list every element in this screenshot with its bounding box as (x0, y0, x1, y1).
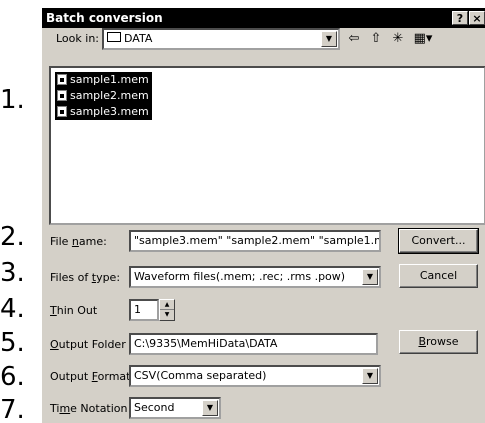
output-format-value: CSV(Comma separated) (134, 369, 267, 382)
time-notation-label: Time Notation (50, 402, 128, 415)
chevron-down-icon[interactable]: ▼ (202, 400, 218, 416)
step-number-3: 3. (0, 258, 25, 288)
file-name-input[interactable]: "sample3.mem" "sample2.mem" "sample1.mem… (129, 230, 381, 252)
convert-button[interactable]: Convert... (398, 228, 479, 254)
folder-icon (107, 32, 121, 42)
look-in-value: DATA (124, 32, 153, 45)
thin-out-stepper[interactable]: ▲ ▼ (159, 299, 175, 321)
file-name: sample1.mem (70, 73, 149, 86)
file-name: sample3.mem (70, 105, 149, 118)
time-notation-select[interactable]: Second ▼ (129, 397, 221, 419)
file-list[interactable]: sample1.mem sample2.mem sample3.mem (49, 66, 485, 225)
list-item[interactable]: sample1.mem (55, 72, 152, 88)
output-format-label: Output Format (50, 370, 131, 383)
step-number-1: 1. (0, 85, 25, 115)
file-icon (57, 74, 67, 85)
up-folder-icon[interactable]: ⇧ (367, 31, 385, 47)
step-number-4: 4. (0, 294, 25, 324)
step-number-6: 6. (0, 362, 25, 392)
output-folder-input[interactable]: C:\9335\MemHiData\DATA (129, 333, 378, 355)
file-name: sample2.mem (70, 89, 149, 102)
help-button[interactable]: ? (452, 11, 468, 25)
output-folder-label: Output Folder (50, 338, 126, 351)
files-of-type-select[interactable]: Waveform files(.mem; .rec; .rms .pow) ▼ (129, 266, 381, 288)
spin-up-icon[interactable]: ▲ (160, 300, 174, 310)
cancel-button[interactable]: Cancel (399, 264, 478, 288)
browse-button[interactable]: Browse (399, 330, 478, 354)
step-number-2: 2. (0, 222, 25, 252)
spin-down-icon[interactable]: ▼ (160, 310, 174, 320)
file-name-label: File name: (50, 235, 107, 248)
look-in-dropdown[interactable]: DATA ▼ (102, 28, 340, 50)
time-notation-value: Second (134, 401, 175, 414)
batch-conversion-dialog: Batch conversion ? × Look in: DATA ▼ ⇦ ⇧… (41, 8, 485, 423)
new-folder-icon[interactable]: ✳ (389, 31, 407, 47)
step-number-5: 5. (0, 328, 25, 358)
step-number-7: 7. (0, 395, 25, 423)
list-item[interactable]: sample2.mem (55, 88, 152, 104)
dialog-title: Batch conversion (46, 11, 163, 25)
thin-out-label: Thin Out (50, 304, 98, 317)
chevron-down-icon[interactable]: ▼ (321, 31, 337, 47)
file-icon (57, 106, 67, 117)
look-in-label: Look in: (56, 32, 99, 45)
chevron-down-icon[interactable]: ▼ (362, 269, 378, 285)
list-item[interactable]: sample3.mem (55, 104, 152, 120)
close-button[interactable]: × (469, 11, 485, 25)
output-format-select[interactable]: CSV(Comma separated) ▼ (129, 365, 381, 387)
title-bar: Batch conversion ? × (42, 8, 485, 28)
back-icon[interactable]: ⇦ (345, 31, 363, 47)
file-icon (57, 90, 67, 101)
files-of-type-label: Files of type: (50, 271, 121, 284)
files-of-type-value: Waveform files(.mem; .rec; .rms .pow) (134, 270, 346, 283)
chevron-down-icon[interactable]: ▼ (362, 368, 378, 384)
thin-out-input[interactable]: 1 (129, 299, 159, 321)
view-menu-icon[interactable]: ▦▾ (411, 31, 435, 47)
